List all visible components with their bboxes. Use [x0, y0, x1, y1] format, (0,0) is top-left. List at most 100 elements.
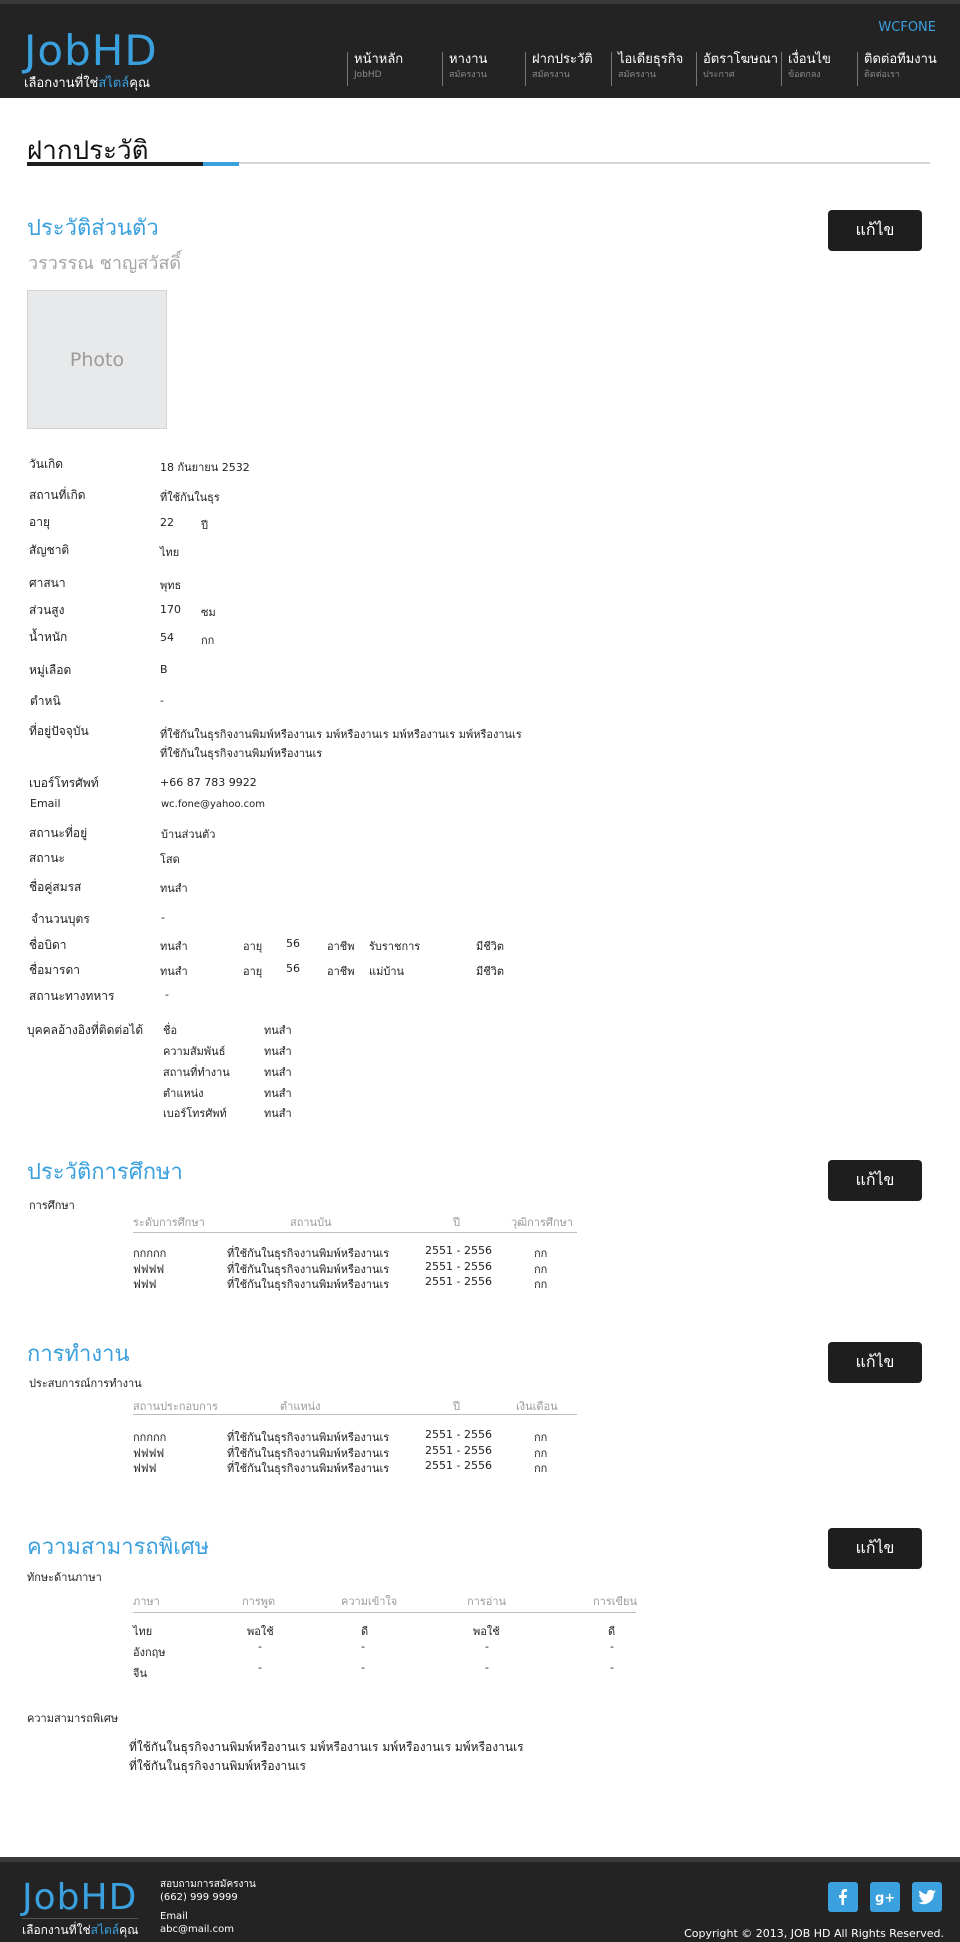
social-links: g+	[828, 1882, 942, 1912]
person-name: วรวรรณ ชาญสวัสดิ์	[28, 253, 182, 274]
tagline-suffix: คุณ	[119, 1923, 139, 1937]
nav-sublabel: สมัครงาน	[618, 70, 656, 80]
field-label: Email	[30, 797, 61, 810]
field-label: สถานะ	[29, 851, 65, 865]
special-skills-text-line2: ที่ใช้กันในธุรกิจงานพิมพ์หรืองานเร	[129, 1759, 306, 1773]
nav-item-ad-rates[interactable]: อัตราโฆษณา ประกาศ	[696, 52, 781, 86]
mother-age: 56	[286, 962, 300, 975]
work-header: ปี	[453, 1400, 460, 1413]
nav-label: หน้าหลัก	[354, 52, 404, 67]
field-label: วันเกิด	[29, 457, 64, 471]
field-unit: กก	[201, 634, 215, 647]
footer-logo[interactable]: JobHD เลือกงานที่ใช่สไตล์คุณ	[22, 1880, 139, 1940]
edit-education-button[interactable]: แก้ไข	[828, 1160, 922, 1201]
field-label: สถานะที่อยู่	[29, 826, 88, 840]
work-label: ประสบการณ์การทำงาน	[29, 1377, 142, 1390]
nav-item-find-job[interactable]: หางาน สมัครงาน	[442, 52, 525, 86]
footer-contact: สอบถามการสมัครงาน (662) 999 9999 Email a…	[160, 1878, 256, 1936]
work-cell: 2551 - 2556	[425, 1428, 492, 1441]
mother-label: ชื่อมารดา	[29, 963, 80, 977]
skills-header: การเขียน	[593, 1595, 637, 1608]
profile-photo[interactable]: Photo	[27, 290, 167, 429]
nav-label: อัตราโฆษณา	[703, 52, 779, 67]
contact-title: สอบถามการสมัครงาน	[160, 1879, 256, 1890]
skills-cell: ไทย	[133, 1625, 153, 1638]
work-cell: กก	[534, 1462, 548, 1475]
reference-field-label: สถานที่ทำงาน	[163, 1066, 230, 1079]
site-logo[interactable]: JobHD เลือกงานที่ใช่สไตล์คุณ	[24, 30, 158, 93]
reference-field-value: ทนสำ	[264, 1066, 292, 1079]
edit-skills-button[interactable]: แก้ไข	[828, 1528, 922, 1569]
nav-label: ติดต่อทีมงาน	[864, 52, 937, 67]
field-value[interactable]: wc.fone@yahoo.com	[161, 799, 265, 810]
nav-item-post-resume[interactable]: ฝากประวัติ สมัครงาน	[525, 52, 611, 86]
facebook-icon[interactable]	[828, 1882, 858, 1912]
footer-logo-tagline: เลือกงานที่ใช่สไตล์คุณ	[22, 1918, 139, 1940]
father-age-label: อายุ	[243, 940, 263, 953]
field-value: 54	[160, 631, 174, 644]
nav-sublabel: ข้อตกลง	[788, 70, 821, 80]
tagline-highlight: สไตล์	[98, 76, 130, 91]
language-skills-label: ทักษะด้านภาษา	[27, 1571, 102, 1584]
education-cell: 2551 - 2556	[425, 1244, 492, 1257]
field-value: ที่ใช้กันในธุร	[160, 491, 220, 504]
copyright-text: Copyright © 2013, JOB HD All Rights Rese…	[684, 1927, 944, 1940]
skills-header: การพูด	[242, 1595, 276, 1608]
reference-field-value: ทนสำ	[264, 1024, 292, 1037]
site-footer: JobHD เลือกงานที่ใช่สไตล์คุณ สอบถามการสม…	[0, 1857, 960, 1942]
twitter-icon[interactable]	[912, 1882, 942, 1912]
reference-field-label: ตำแหน่ง	[163, 1087, 204, 1100]
reference-field-label: เบอร์โทรศัพท์	[163, 1107, 227, 1120]
military-value: -	[165, 988, 169, 1001]
skills-header: ภาษา	[133, 1595, 160, 1608]
field-value: ไทย	[160, 546, 180, 559]
skills-header: การอ่าน	[467, 1595, 507, 1608]
skills-header-rule	[133, 1612, 636, 1613]
nav-sublabel: JobHD	[354, 70, 382, 80]
tagline-prefix: เลือกงานที่ใช่	[22, 1923, 91, 1937]
field-value: ทนสำ	[160, 882, 188, 895]
field-unit: ปี	[201, 519, 208, 532]
field-value: -	[161, 911, 165, 924]
education-cell: ที่ใช้กันในธุรกิจงานพิมพ์หรืองานเร	[227, 1278, 390, 1291]
work-header: เงินเดือน	[516, 1400, 558, 1413]
field-label: สัญชาติ	[29, 543, 70, 557]
field-label: ที่อยู่ปัจจุบัน	[29, 724, 89, 738]
field-value: 18 กันยายน 2532	[160, 461, 250, 474]
nav-item-contact[interactable]: ติดต่อทีมงาน ติดต่อเรา	[857, 52, 942, 86]
edit-work-button[interactable]: แก้ไข	[828, 1342, 922, 1383]
field-label: น้ำหนัก	[29, 630, 68, 644]
work-header: สถานประกอบการ	[133, 1400, 218, 1413]
nav-item-terms[interactable]: เงื่อนไข ข้อตกลง	[781, 52, 857, 86]
nav-item-home[interactable]: หน้าหลัก JobHD	[347, 52, 442, 86]
reference-field-value: ทนสำ	[264, 1045, 292, 1058]
field-label: ศาสนา	[29, 576, 66, 590]
contact-email[interactable]: abc@mail.com	[160, 1923, 256, 1936]
father-label: ชื่อบิดา	[29, 938, 67, 952]
user-account-link[interactable]: WCFONE	[878, 20, 936, 35]
nav-item-business-ideas[interactable]: ไอเดียธุรกิจ สมัครงาน	[611, 52, 696, 86]
skills-cell: -	[485, 1640, 489, 1653]
field-value: ที่ใช้กันในธุรกิจงานพิมพ์หรืองานเร มพ์หร…	[160, 728, 522, 741]
education-cell: 2551 - 2556	[425, 1275, 492, 1288]
skills-cell: อังกฤษ	[133, 1646, 166, 1659]
field-value: B	[160, 663, 168, 676]
field-label: เบอร์โทรศัพท์	[29, 776, 99, 790]
google-plus-icon[interactable]: g+	[870, 1882, 900, 1912]
mother-job: แม่บ้าน	[369, 965, 405, 978]
special-skills-label: ความสามารถพิเศษ	[27, 1712, 119, 1725]
edit-personal-button[interactable]: แก้ไข	[828, 210, 922, 251]
reference-field-value: ทนสำ	[264, 1087, 292, 1100]
father-age: 56	[286, 937, 300, 950]
site-header: JobHD เลือกงานที่ใช่สไตล์คุณ WCFONE หน้า…	[0, 0, 960, 98]
work-cell: ฟฟฟ	[133, 1462, 157, 1475]
tagline-highlight: สไตล์	[90, 1923, 120, 1937]
reference-field-label: ชื่อ	[163, 1024, 178, 1037]
reference-field-label: ความสัมพันธ์	[163, 1045, 226, 1058]
photo-placeholder-label: Photo	[69, 348, 125, 371]
skills-cell: -	[485, 1661, 489, 1674]
work-cell: 2551 - 2556	[425, 1444, 492, 1457]
nav-sublabel: สมัครงาน	[449, 70, 487, 80]
field-value: โสด	[160, 853, 180, 866]
title-divider-accent-dark	[27, 162, 203, 166]
